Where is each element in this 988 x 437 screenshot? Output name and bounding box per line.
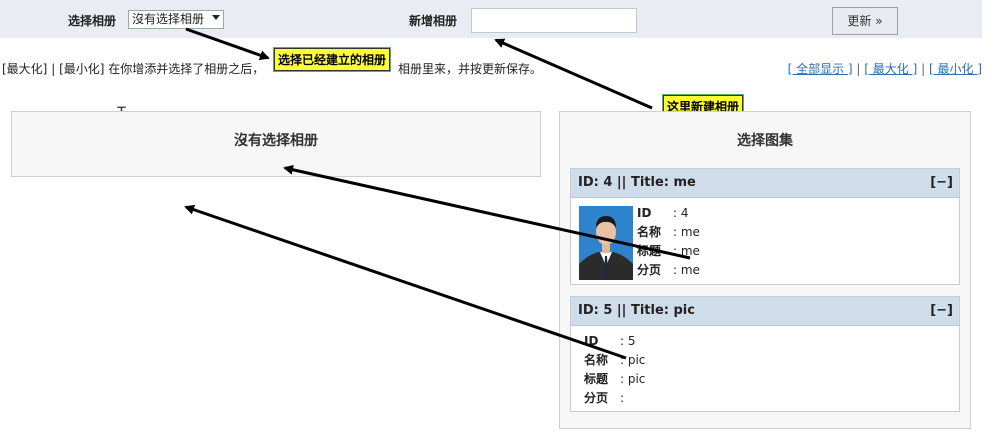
new-album-input[interactable] — [471, 8, 637, 33]
gallery-card[interactable]: ID: 4 || Title: me [−] ID: 4 名称: me 标题: … — [570, 168, 960, 285]
right-links: [ 全部显示 ] | [ 最大化 ] | [ 最小化 ] — [787, 62, 982, 76]
gallery-card-header[interactable]: ID: 4 || Title: me [−] — [571, 169, 959, 198]
chevron-down-icon — [212, 15, 220, 20]
info-text-tail: 相册里来，并按更新保存。 — [398, 62, 543, 76]
gallery-card-header[interactable]: ID: 5 || Title: pic [−] — [571, 297, 959, 326]
update-button[interactable]: 更新 » — [832, 7, 898, 35]
select-album-label: 选择相册 — [68, 14, 117, 28]
album-select-value: 沒有选择相册 — [132, 12, 205, 26]
thumbnail-image[interactable] — [579, 206, 633, 280]
card-details: ID: 5 名称: pic 标题: pic 分页: — [584, 334, 646, 405]
collapse-toggle[interactable]: [−] — [930, 169, 953, 197]
show-all-link[interactable]: [ 全部显示 ] — [788, 62, 853, 76]
collapse-toggle[interactable]: [−] — [930, 297, 953, 325]
callout-select-existing: 选择已经建立的相册 — [274, 48, 391, 71]
maximize-link[interactable]: [ 最大化 ] — [864, 62, 917, 76]
minimize-link[interactable]: [ 最小化 ] — [929, 62, 982, 76]
gallery-card[interactable]: ID: 5 || Title: pic [−] ID: 5 名称: pic 标题… — [570, 296, 960, 412]
info-maximize-link[interactable]: [最大化] — [2, 62, 47, 76]
info-text: 在你增添并选择了相册之后， — [108, 62, 265, 76]
gallery-panel-title: 选择图集 — [737, 133, 793, 149]
info-minimize-link[interactable]: [最小化] — [59, 62, 104, 76]
album-select[interactable]: 沒有选择相册 — [128, 10, 224, 29]
info-line: [最大化] | [最小化] 在你增添并选择了相册之后， — [2, 62, 265, 76]
card-details: ID: 4 名称: me 标题: me 分页: me — [637, 206, 700, 277]
selected-album-panel: 沒有选择相册 — [11, 111, 541, 177]
gallery-panel: 选择图集 ID: 4 || Title: me [−] ID: 4 名称: me… — [559, 111, 971, 429]
selected-album-title: 沒有选择相册 — [234, 133, 318, 149]
new-album-label: 新增相册 — [409, 14, 458, 28]
